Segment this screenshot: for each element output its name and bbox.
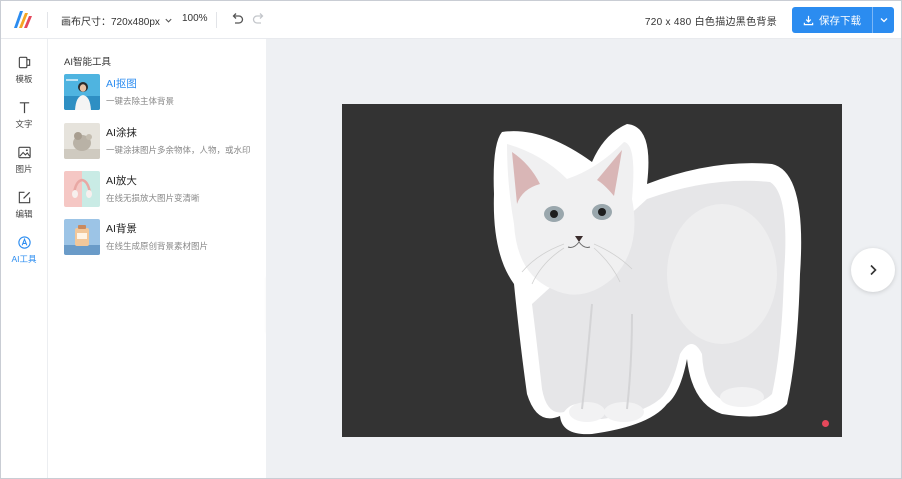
ai-tools-panel: AI智能工具 AI抠图 一键去除主体背景 AI涂抹 一键涂抹图片多余物体，人物，… <box>48 39 266 478</box>
zoom-level[interactable]: 100% <box>182 13 208 24</box>
undo-icon[interactable] <box>229 11 245 27</box>
ai-upscale-thumbnail <box>64 171 100 207</box>
tool-description: 在线生成原创背景素材图片 <box>106 241 209 251</box>
next-button[interactable] <box>851 248 895 292</box>
ai-tools-icon <box>17 236 31 249</box>
workspace <box>266 39 901 478</box>
tool-description: 一键涂抹图片多余物体，人物，或水印 <box>106 145 251 155</box>
app-logo[interactable] <box>12 9 34 29</box>
rail-item-label: 文字 <box>15 119 33 129</box>
panel-title: AI智能工具 <box>64 57 111 68</box>
chevron-down-icon <box>165 18 172 23</box>
ai-cutout-thumbnail <box>64 74 100 110</box>
download-icon <box>803 15 814 25</box>
rail-item-label: 编辑 <box>15 209 33 219</box>
tool-ai-smudge[interactable]: AI涂抹 一键涂抹图片多余物体，人物，或水印 <box>64 123 264 159</box>
tool-name: AI背景 <box>106 223 137 235</box>
cat-cutout-image[interactable] <box>342 104 842 437</box>
save-download-button[interactable]: 保存下载 <box>792 7 894 33</box>
canvas-size-dropdown[interactable]: 画布尺寸：720x480px <box>61 13 173 28</box>
save-options-dropdown[interactable] <box>873 7 894 33</box>
tool-ai-cutout[interactable]: AI抠图 一键去除主体背景 <box>64 74 264 110</box>
canvas-indicator-dot <box>822 420 829 427</box>
chevron-down-icon <box>880 18 887 23</box>
ai-background-thumbnail <box>64 219 100 255</box>
rail-item-ai-tools[interactable]: AI工具 <box>1 235 47 275</box>
text-icon <box>19 102 29 114</box>
ai-smudge-thumbnail <box>64 123 100 159</box>
save-main-action[interactable]: 保存下载 <box>792 7 872 33</box>
rail-item-text[interactable]: 文字 <box>1 100 47 140</box>
divider <box>216 12 217 28</box>
save-button-label: 保存下载 <box>819 14 861 27</box>
redo-icon[interactable] <box>251 11 267 27</box>
tool-description: 在线无损放大图片变清晰 <box>106 193 200 203</box>
rail-item-label: AI工具 <box>11 254 37 264</box>
tool-name: AI抠图 <box>106 78 137 90</box>
left-rail: 模板 文字 图片 编辑 AI工具 <box>1 39 48 478</box>
canvas-artboard[interactable] <box>342 104 842 437</box>
rail-item-label: 模板 <box>15 74 33 84</box>
chevron-right-icon <box>870 264 877 276</box>
divider <box>47 12 48 28</box>
tool-name: AI放大 <box>106 175 137 187</box>
tool-description: 一键去除主体背景 <box>106 96 175 106</box>
tool-name: AI涂抹 <box>106 127 137 139</box>
template-icon <box>18 56 30 69</box>
image-icon <box>17 146 31 159</box>
rail-item-images[interactable]: 图片 <box>1 145 47 185</box>
tool-ai-upscale[interactable]: AI放大 在线无损放大图片变清晰 <box>64 171 264 207</box>
document-title[interactable]: 720 x 480 白色描边黑色背景 <box>645 13 777 28</box>
tool-ai-background[interactable]: AI背景 在线生成原创背景素材图片 <box>64 219 264 255</box>
edit-icon <box>18 191 30 204</box>
rail-item-label: 图片 <box>15 164 33 174</box>
top-bar: 画布尺寸：720x480px 100% 720 x 480 白色描边黑色背景 保… <box>1 1 901 39</box>
rail-item-templates[interactable]: 模板 <box>1 55 47 95</box>
app-window: 画布尺寸：720x480px 100% 720 x 480 白色描边黑色背景 保… <box>0 0 902 479</box>
canvas-size-label: 画布尺寸：720x480px <box>61 17 160 28</box>
rail-item-edit[interactable]: 编辑 <box>1 190 47 230</box>
